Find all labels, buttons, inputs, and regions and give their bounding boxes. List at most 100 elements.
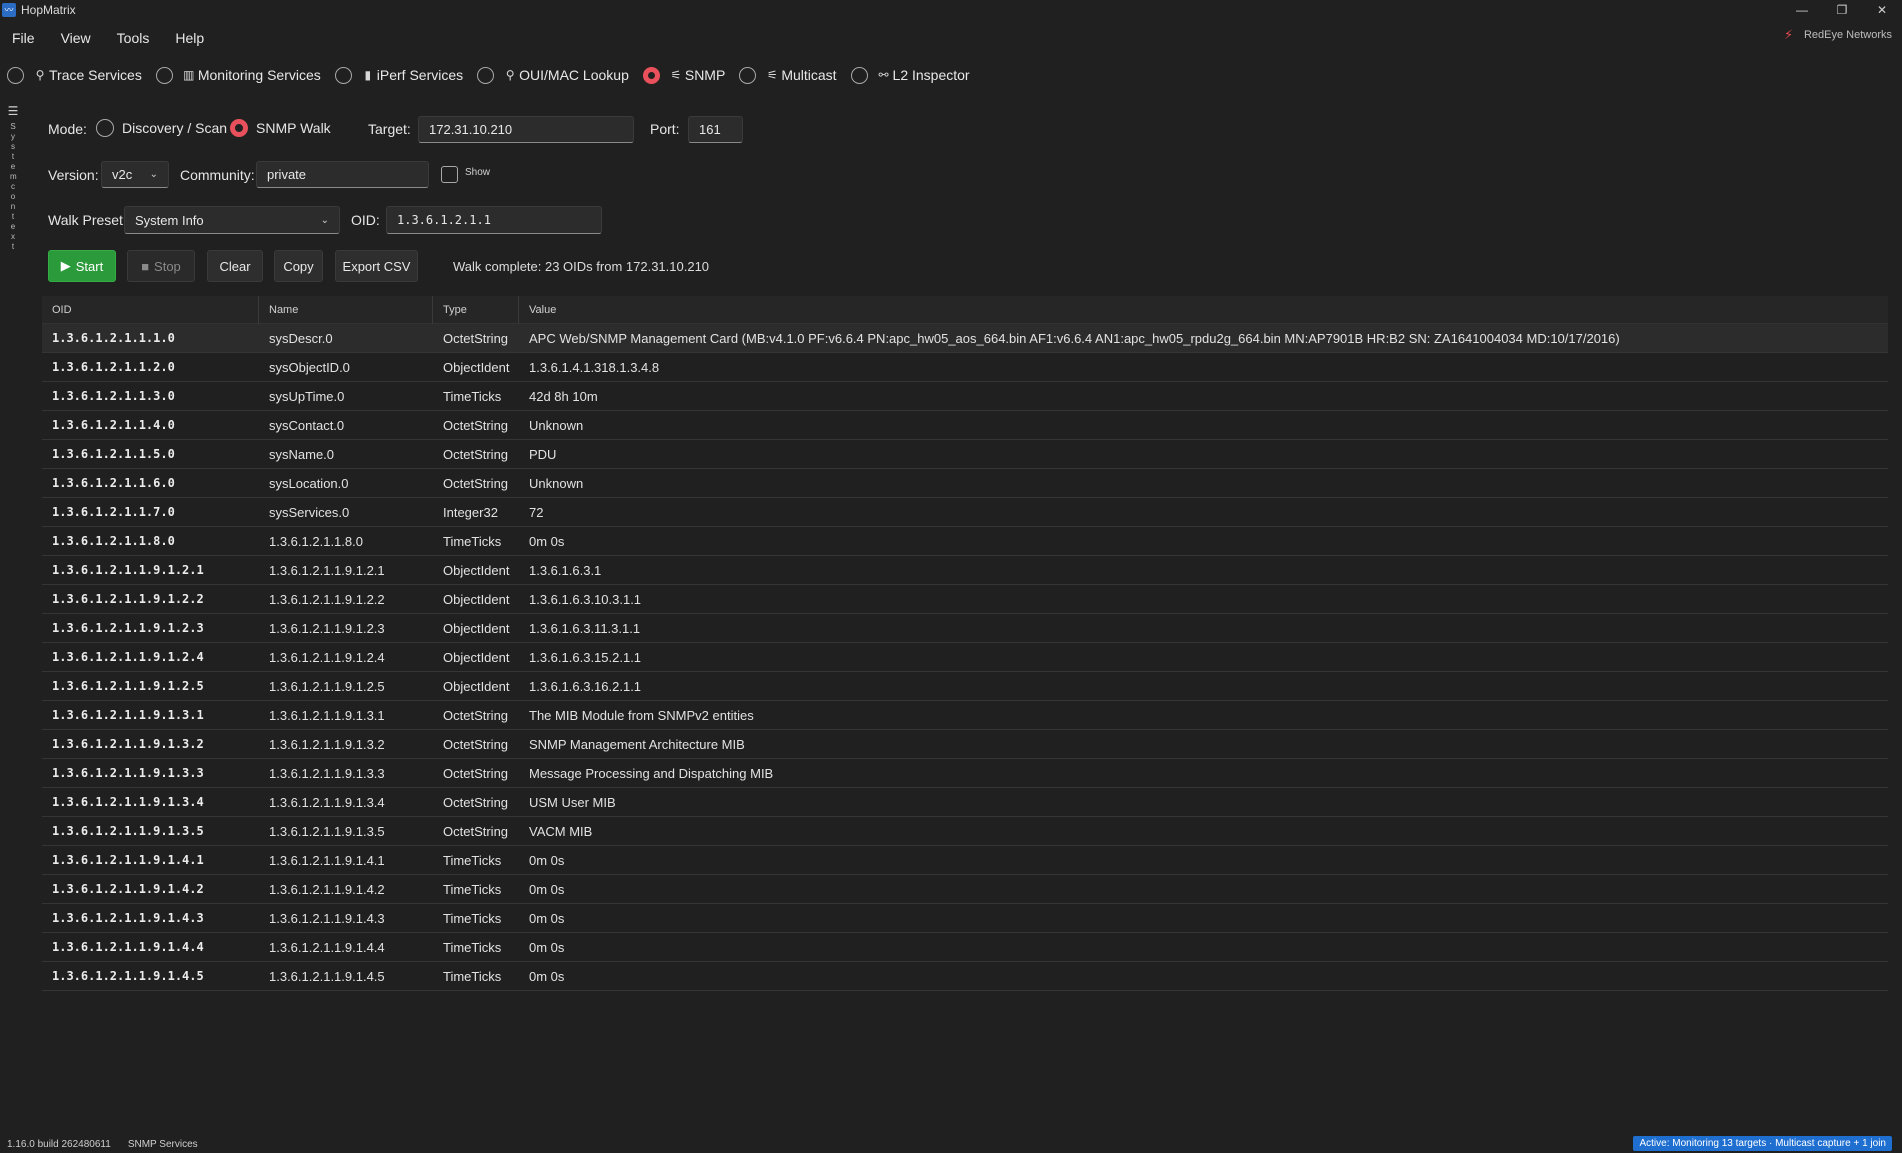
cell-type: ObjectIdent — [443, 620, 510, 636]
cell-value: 1.3.6.1.6.3.16.2.1.1 — [529, 678, 642, 694]
cell-value: USM User MIB — [529, 794, 616, 810]
oid-input[interactable]: 1.3.6.1.2.1.1 — [386, 206, 602, 234]
radio-button[interactable] — [739, 66, 757, 84]
stop-button[interactable]: ■ Stop — [127, 250, 195, 282]
table-row[interactable]: 1.3.6.1.2.1.1.9.1.2.3 1.3.6.1.2.1.1.9.1.2… — [42, 614, 1888, 643]
table-row[interactable]: 1.3.6.1.2.1.1.9.1.3.5 1.3.6.1.2.1.1.9.1.3… — [42, 817, 1888, 846]
radio-button[interactable] — [477, 66, 495, 84]
cell-oid: 1.3.6.1.2.1.1.9.1.4.3 — [52, 911, 204, 925]
cell-oid: 1.3.6.1.2.1.1.9.1.2.5 — [52, 679, 204, 693]
cell-name: sysLocation.0 — [269, 475, 349, 491]
start-button[interactable]: ▶ Start — [48, 250, 116, 282]
radio-button[interactable] — [850, 66, 868, 84]
cell-name: 1.3.6.1.2.1.1.9.1.3.1 — [269, 707, 385, 723]
radio-button[interactable] — [334, 66, 352, 84]
table-row[interactable]: 1.3.6.1.2.1.1.9.1.3.3 1.3.6.1.2.1.1.9.1.3… — [42, 759, 1888, 788]
table-row[interactable]: 1.3.6.1.2.1.1.8.0 1.3.6.1.2.1.1.8.0 TimeTi… — [42, 527, 1888, 556]
mode-option-label: Discovery / Scan — [122, 120, 228, 136]
table-row[interactable]: 1.3.6.1.2.1.1.4.0 sysContact.0 OctetString… — [42, 411, 1888, 440]
stop-icon: ■ — [141, 258, 150, 274]
column-header-type[interactable]: Type — [433, 295, 519, 324]
restore-button[interactable]: ❐ — [1822, 0, 1862, 20]
table-row[interactable]: 1.3.6.1.2.1.1.1.0 sysDescr.0 OctetString AP… — [42, 324, 1888, 353]
close-button[interactable]: ✕ — [1862, 0, 1902, 20]
cell-value: 1.3.6.1.6.3.1 — [529, 562, 602, 578]
tab-snmp[interactable]: ⚟ SNMP — [642, 66, 726, 84]
radio-button[interactable] — [155, 66, 173, 84]
table-row[interactable]: 1.3.6.1.2.1.1.5.0 sysName.0 OctetString PDU — [42, 440, 1888, 469]
menu-view[interactable]: View — [48, 30, 104, 46]
cell-name: 1.3.6.1.2.1.1.9.1.4.5 — [269, 968, 385, 984]
cell-name: sysDescr.0 — [269, 330, 333, 346]
cell-value: Message Processing and Dispatching MIB — [529, 765, 774, 781]
cell-name: 1.3.6.1.2.1.1.9.1.3.3 — [269, 765, 385, 781]
port-input[interactable]: 161 — [688, 116, 743, 143]
table-row[interactable]: 1.3.6.1.2.1.1.9.1.3.4 1.3.6.1.2.1.1.9.1.3… — [42, 788, 1888, 817]
cell-type: Integer32 — [443, 504, 498, 520]
cell-name: 1.3.6.1.2.1.1.9.1.2.1 — [269, 562, 385, 578]
tab-label: SNMP — [684, 67, 726, 83]
cell-oid: 1.3.6.1.2.1.1.8.0 — [52, 534, 175, 548]
tab-iperf-services[interactable]: ▮ iPerf Services — [334, 66, 464, 84]
system-context-sidebar[interactable]: ☰ System context — [0, 100, 26, 280]
column-header-name[interactable]: Name — [259, 295, 433, 324]
community-label: Community: — [180, 167, 255, 183]
version-value: v2c — [112, 167, 133, 182]
table-row[interactable]: 1.3.6.1.2.1.1.9.1.4.2 1.3.6.1.2.1.1.9.1.4… — [42, 875, 1888, 904]
cell-value: PDU — [529, 446, 557, 462]
tab-l2-inspector[interactable]: ⚯ L2 Inspector — [850, 66, 970, 84]
radio-button[interactable] — [96, 119, 114, 137]
table-row[interactable]: 1.3.6.1.2.1.1.9.1.2.2 1.3.6.1.2.1.1.9.1.2… — [42, 585, 1888, 614]
cell-type: TimeTicks — [443, 533, 502, 549]
tab-monitoring-services[interactable]: ▥ Monitoring Services — [155, 66, 321, 84]
table-row[interactable]: 1.3.6.1.2.1.1.6.0 sysLocation.0 OctetStrin… — [42, 469, 1888, 498]
column-header-oid[interactable]: OID — [42, 295, 259, 324]
table-row[interactable]: 1.3.6.1.2.1.1.9.1.4.5 1.3.6.1.2.1.1.9.1.4… — [42, 962, 1888, 991]
table-row[interactable]: 1.3.6.1.2.1.1.9.1.4.4 1.3.6.1.2.1.1.9.1.4… — [42, 933, 1888, 962]
mode-discovery-scan[interactable]: Discovery / Scan — [96, 119, 227, 137]
cell-type: ObjectIdent — [443, 649, 510, 665]
active-status-badge[interactable]: Active: Monitoring 13 targets · Multicas… — [1633, 1136, 1892, 1151]
service-tabs: ⚲ Trace Services ▥ Monitoring Services ▮… — [0, 64, 977, 86]
table-row[interactable]: 1.3.6.1.2.1.1.9.1.3.2 1.3.6.1.2.1.1.9.1.3… — [42, 730, 1888, 759]
menu-file[interactable]: File — [0, 30, 48, 46]
minimize-button[interactable]: — — [1782, 0, 1822, 20]
table-row[interactable]: 1.3.6.1.2.1.1.9.1.2.1 1.3.6.1.2.1.1.9.1.2… — [42, 556, 1888, 585]
cell-name: 1.3.6.1.2.1.1.9.1.3.5 — [269, 823, 385, 839]
table-row[interactable]: 1.3.6.1.2.1.1.2.0 sysObjectID.0 ObjectIden… — [42, 353, 1888, 382]
results-table: OID Name Type Value 1.3.6.1.2.1.1.1.0 sys… — [42, 295, 1888, 991]
table-row[interactable]: 1.3.6.1.2.1.1.9.1.4.3 1.3.6.1.2.1.1.9.1.4… — [42, 904, 1888, 933]
walk-preset-value: System Info — [135, 212, 204, 228]
target-input[interactable]: 172.31.10.210 — [418, 116, 634, 143]
menu-tools[interactable]: Tools — [104, 30, 163, 46]
show-community-checkbox[interactable] — [441, 166, 458, 183]
export-csv-button[interactable]: Export CSV — [335, 250, 418, 282]
mode-snmp-walk[interactable]: SNMP Walk — [230, 119, 331, 137]
table-row[interactable]: 1.3.6.1.2.1.1.9.1.2.5 1.3.6.1.2.1.1.9.1.2… — [42, 672, 1888, 701]
hamburger-menu-icon[interactable]: ☰ — [8, 104, 19, 118]
table-row[interactable]: 1.3.6.1.2.1.1.9.1.4.1 1.3.6.1.2.1.1.9.1.4… — [42, 846, 1888, 875]
tab-trace-services[interactable]: ⚲ Trace Services — [7, 66, 142, 84]
status-bar: 1.16.0 build 262480611 SNMP Services Act… — [0, 1135, 1902, 1153]
bar-icon: ▮ — [364, 68, 372, 82]
tab-label: iPerf Services — [376, 67, 464, 83]
version-select[interactable]: v2c ⌄ — [101, 161, 169, 188]
table-row[interactable]: 1.3.6.1.2.1.1.7.0 sysServices.0 Integer32 7… — [42, 498, 1888, 527]
community-input[interactable]: private — [256, 161, 429, 188]
copy-button[interactable]: Copy — [274, 250, 323, 282]
tab-multicast[interactable]: ⚟ Multicast — [739, 66, 837, 84]
radio-button-selected[interactable] — [642, 66, 660, 84]
tab-label: Monitoring Services — [197, 67, 321, 83]
table-row[interactable]: 1.3.6.1.2.1.1.9.1.3.1 1.3.6.1.2.1.1.9.1.3… — [42, 701, 1888, 730]
cell-value: 1.3.6.1.4.1.318.1.3.4.8 — [529, 359, 660, 375]
chart-icon: ▥ — [183, 68, 195, 82]
clear-button[interactable]: Clear — [207, 250, 263, 282]
walk-preset-select[interactable]: System Info ⌄ — [124, 206, 340, 234]
table-row[interactable]: 1.3.6.1.2.1.1.3.0 sysUpTime.0 TimeTicks 42d… — [42, 382, 1888, 411]
radio-button[interactable] — [7, 66, 24, 84]
table-row[interactable]: 1.3.6.1.2.1.1.9.1.2.4 1.3.6.1.2.1.1.9.1.2… — [42, 643, 1888, 672]
radio-button-selected[interactable] — [230, 119, 248, 137]
tab-oui-mac-lookup[interactable]: ⚲ OUI/MAC Lookup — [477, 66, 629, 84]
menu-help[interactable]: Help — [162, 30, 217, 46]
column-header-value[interactable]: Value — [519, 296, 1888, 324]
